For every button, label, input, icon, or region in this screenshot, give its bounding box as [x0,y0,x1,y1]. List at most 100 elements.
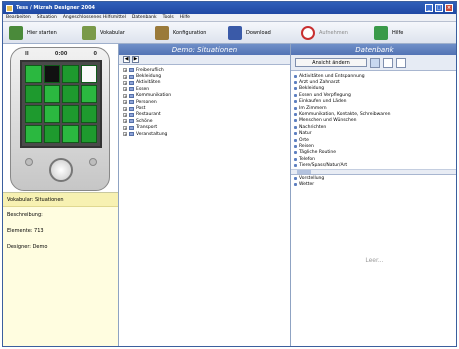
menu-datenbank[interactable]: Datenbank [132,15,157,20]
category-icon [294,176,297,180]
info-vocabulary: Vokabular: Situationen [3,193,118,207]
expand-icon[interactable]: + [123,68,127,73]
symbol-tile[interactable] [62,65,79,83]
download-button[interactable]: Download [228,25,301,40]
download-label: Download [246,29,271,36]
expand-icon[interactable]: + [123,93,127,98]
minimize-button[interactable]: _ [425,4,433,12]
info-designer: Designer: Demo [7,244,48,250]
list-item[interactable]: Wetter [294,182,456,188]
folder-icon [129,80,134,85]
download-icon [228,25,242,40]
forward-icon[interactable]: ▶ [132,56,139,63]
category-icon [294,132,297,136]
expand-icon[interactable]: + [123,87,127,92]
tree-item[interactable]: + Veranstaltung [123,131,290,137]
window-title: Tess / Mizrah Designer 2004 [16,5,96,11]
large-icons-view-icon[interactable] [370,57,380,68]
expand-icon[interactable]: + [123,119,127,124]
device-screen [20,60,102,148]
folder-icon [129,93,134,98]
category-icon [294,151,297,155]
folder-icon [129,132,134,137]
symbol-tile[interactable] [25,85,42,103]
symbol-tile[interactable] [25,125,42,143]
menu-tools[interactable]: Tools [163,15,174,20]
folder-icon [129,100,134,105]
record-label: Aufnehmen [319,29,348,36]
expand-icon[interactable]: + [123,125,127,130]
expand-icon[interactable]: + [123,106,127,111]
situations-toolbar: ◀ ▶ [119,55,290,65]
category-icon [294,138,297,142]
list-view-icon[interactable] [383,57,393,68]
help-label: Hilfe [392,29,404,36]
empty-placeholder: Leer... [365,257,384,264]
symbol-tile[interactable] [62,85,79,103]
record-icon [301,25,315,40]
symbol-tile[interactable] [43,85,60,103]
category-icon [294,157,297,161]
change-view-button[interactable]: Ansicht ändern [295,58,367,67]
device-counter: 0 [93,51,97,57]
hardware-button-left[interactable] [25,158,33,166]
symbol-tile[interactable] [80,85,97,103]
expand-icon[interactable]: + [123,100,127,105]
menu-hilfe[interactable]: Hilfe [180,15,190,20]
app-icon [6,4,13,12]
back-icon[interactable]: ◀ [123,56,130,63]
symbol-tile[interactable] [25,105,42,123]
vocabulary-button[interactable]: Vokabular [82,25,155,40]
category-icon [294,125,297,129]
symbol-tile[interactable] [25,65,42,83]
main-toolbar: Hier starten Vokabular Konfiguration Dow… [3,22,456,44]
symbol-tile[interactable] [80,105,97,123]
expand-icon[interactable]: + [123,80,127,85]
category-icon [294,74,297,78]
symbol-tile[interactable] [80,65,97,83]
details-view-icon[interactable] [396,57,406,68]
record-button[interactable]: Aufnehmen [301,25,374,40]
symbol-tile[interactable] [80,125,97,143]
start-icon [9,25,23,40]
horizontal-scrollbar[interactable] [291,169,456,174]
folder-icon [129,74,134,79]
situations-tree[interactable]: + Freiberuflich + Bekleidung + Aktivitäten … [119,65,290,346]
folder-icon [129,119,134,124]
configuration-button[interactable]: Konfiguration [155,25,228,40]
hardware-button-right[interactable] [89,158,97,166]
configuration-icon [155,25,169,40]
close-button[interactable]: × [445,4,453,12]
info-elements: Elemente: 713 [7,228,44,234]
category-icon [294,81,297,85]
menu-hilfsmittel[interactable]: Angeschlossenes Hilfsmittel [63,15,126,20]
symbol-tile[interactable] [43,105,60,123]
expand-icon[interactable]: + [123,132,127,137]
device-pause-indicator: II [25,51,29,57]
database-toolbar: Ansicht ändern [291,55,456,71]
symbol-tile[interactable] [62,125,79,143]
expand-icon[interactable]: + [123,112,127,117]
expand-icon[interactable]: + [123,74,127,79]
symbol-tile[interactable] [43,125,60,143]
symbol-tile[interactable] [62,105,79,123]
maximize-button[interactable]: □ [435,4,443,12]
window-controls: _ □ × [425,4,453,12]
main-panes: II 0:00 0 Vokabular: Situationen Beschre… [3,44,456,346]
start-label: Hier starten [27,29,57,36]
symbol-tile[interactable] [43,65,60,83]
menu-situation[interactable]: Situation [37,15,57,20]
category-icon [294,164,297,168]
navigation-pad[interactable] [49,158,73,182]
folder-icon [129,106,134,111]
database-list[interactable]: Aktivitäten und Entspannung Arzt und Zah… [291,71,456,187]
start-button[interactable]: Hier starten [9,25,82,40]
category-icon [294,183,297,187]
database-pane: Datenbank Ansicht ändern Aktivitäten und… [291,44,456,346]
handheld-device: II 0:00 0 [10,47,110,191]
menu-bearbeiten[interactable]: Bearbeiten [6,15,31,20]
vocabulary-label: Vokabular [100,29,125,36]
help-button[interactable]: Hilfe [374,25,447,40]
scrollbar-thumb[interactable] [297,170,311,174]
preview-area: Leer... [291,175,456,346]
